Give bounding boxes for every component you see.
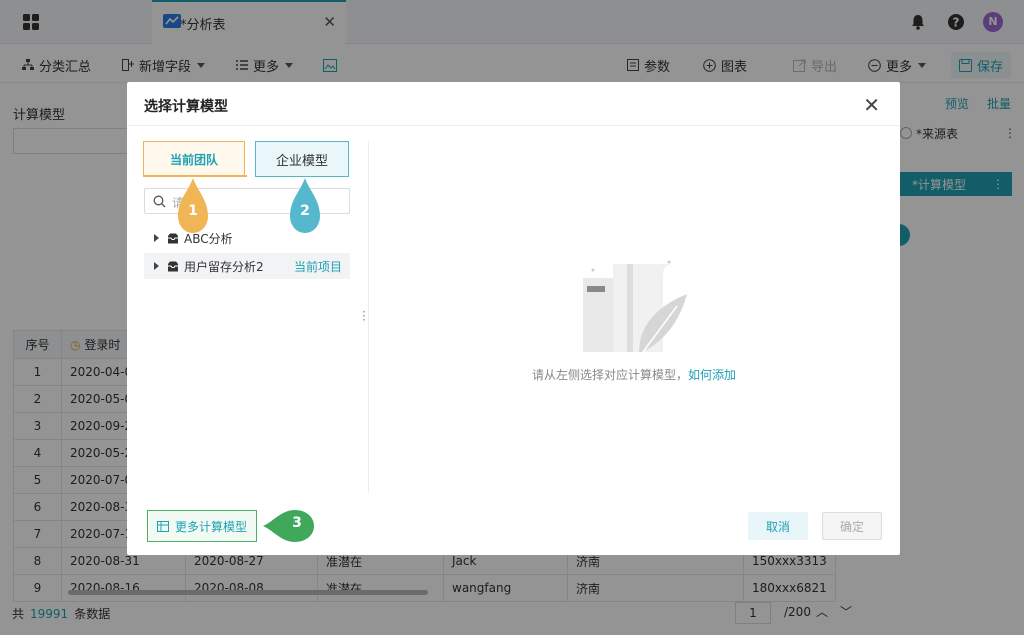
tab-enterprise-model[interactable]: 企业模型 bbox=[255, 141, 349, 177]
cancel-button[interactable]: 取消 bbox=[748, 512, 808, 540]
close-icon[interactable]: ✕ bbox=[863, 93, 880, 117]
current-project-badge: 当前项目 bbox=[293, 259, 342, 274]
panel-splitter[interactable] bbox=[368, 141, 369, 493]
more-models-label: 更多计算模型 bbox=[174, 519, 247, 534]
tab-current-team[interactable]: 当前团队 bbox=[143, 141, 245, 177]
expand-arrow-icon[interactable] bbox=[154, 234, 159, 242]
empty-state-text: 请从左侧选择对应计算模型，如何添加 bbox=[531, 368, 737, 382]
drag-handle-icon[interactable]: · · · bbox=[362, 306, 366, 326]
more-models-button[interactable]: 更多计算模型 bbox=[147, 510, 257, 542]
how-to-add-link[interactable]: 如何添加 bbox=[688, 368, 736, 382]
divider bbox=[127, 125, 900, 126]
callout-number-3: 3 bbox=[292, 515, 302, 531]
folder-box-icon bbox=[168, 261, 178, 271]
folder-box-icon bbox=[168, 233, 178, 243]
dialog-title: 选择计算模型 bbox=[144, 99, 228, 115]
confirm-button[interactable]: 确定 bbox=[822, 512, 882, 540]
empty-state-illustration bbox=[583, 260, 687, 353]
tree-item-project[interactable]: 用户留存分析2 当前项目 bbox=[144, 253, 350, 279]
callout-number-2: 2 bbox=[300, 203, 310, 219]
tab-active-indicator bbox=[143, 175, 247, 177]
select-calc-model-dialog: 选择计算模型 ✕ 当前团队 企业模型 请 ABC分析 用户留存分析2 当前项目 … bbox=[127, 82, 900, 555]
table-icon bbox=[156, 520, 169, 532]
search-icon bbox=[153, 195, 166, 208]
expand-arrow-icon[interactable] bbox=[154, 262, 159, 270]
tree-item-label: 用户留存分析2 bbox=[184, 259, 264, 274]
callout-number-1: 1 bbox=[188, 203, 198, 219]
